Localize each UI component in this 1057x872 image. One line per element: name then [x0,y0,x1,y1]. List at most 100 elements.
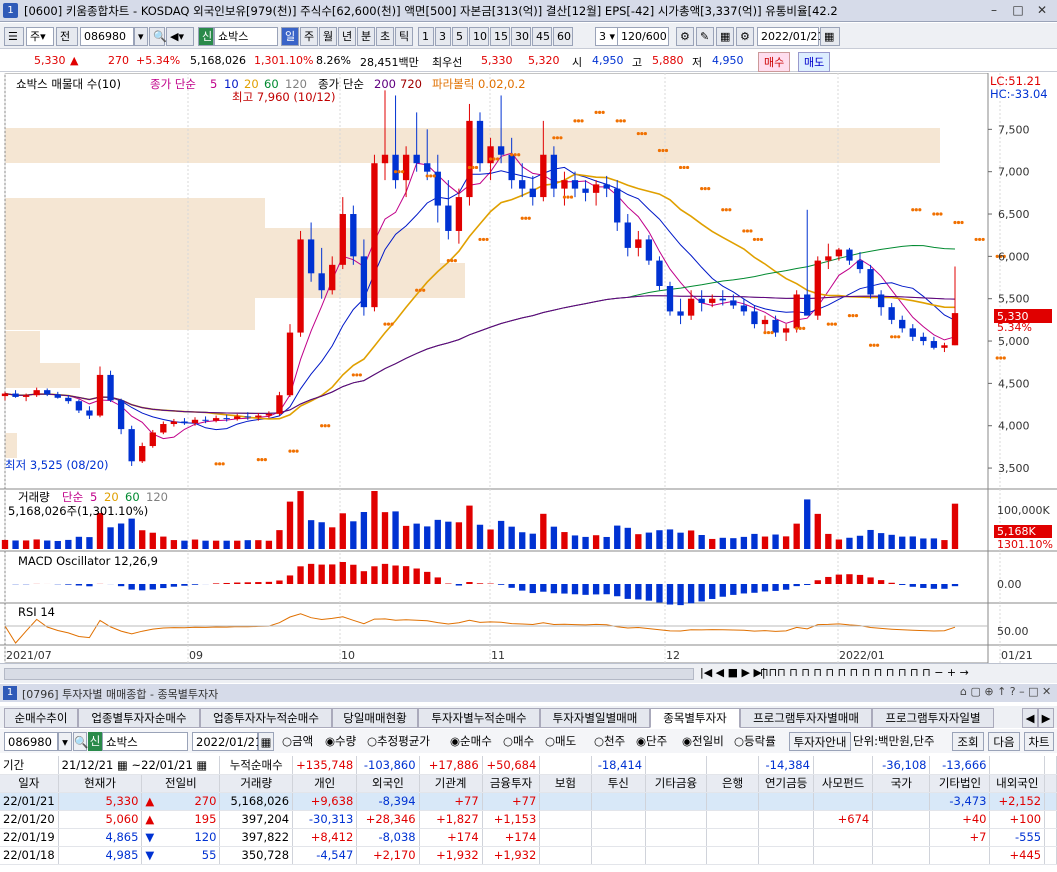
col-foreign[interactable]: 외국인 [356,774,420,793]
tab-program-investor[interactable]: 프로그램투자자별매매 [740,708,872,728]
period-minute[interactable]: 분 [357,27,375,46]
cell-value [645,846,707,865]
search-icon[interactable]: 🔍 [73,732,88,751]
period-second[interactable]: 초 [376,27,394,46]
prev-button[interactable]: 전 [56,27,78,46]
radio-avg[interactable]: ○추정평균가 [367,732,430,751]
period-month[interactable]: 월 [319,27,337,46]
sar-dot [981,237,985,242]
restore-button[interactable]: □ [1010,2,1026,19]
tab-investor-daily[interactable]: 투자자별일별매매 [540,708,650,728]
search-icon[interactable]: 🔍 [149,27,167,46]
stock-code-input[interactable]: 086980 [80,27,134,46]
num-3[interactable]: 3 [435,27,451,46]
stock-chart[interactable]: 7,500 7,000 6,500 6,000 5,500 5,000 4,500 4,000… [0,73,1057,663]
minimize-button[interactable]: – [986,2,1002,19]
chart-scrollbar[interactable]: |◀ ◀ ■ ▶ ▶| ⊓⊓⊓ ⊓ ⊓ ⊓ ⊓ ⊓ ⊓ ⊓ ⊓ ⊓ ⊓ ⊓ ⊓ … [0,663,1057,683]
tab-investor-cum[interactable]: 투자자별누적순매수 [418,708,540,728]
speaker-icon[interactable]: ◀▾ [166,27,194,46]
radio-rate[interactable]: ○등락률 [734,732,776,751]
col-insurance[interactable]: 보험 [539,774,592,793]
col-private[interactable]: 사모펀드 [813,774,874,793]
query-button[interactable]: 조회 [952,732,984,751]
first-icon[interactable]: |◀ ◀ ■ ▶ ▶| [700,666,766,679]
period-select[interactable]: 주▾ [26,27,54,46]
count-input[interactable]: 120/600 [617,27,669,46]
table-row[interactable]: 22/01/19 4,865 ▼ 120 397,822 +8,412 -8,038 +174… [0,828,1057,847]
calendar-icon[interactable]: ▦ [258,732,274,751]
col-other-fin[interactable]: 기타금융 [645,774,707,793]
period-year[interactable]: 년 [338,27,356,46]
sum-individual: +135,748 [292,756,358,775]
col-fin-invest[interactable]: 금융투자 [482,774,541,793]
col-domestic-foreign[interactable]: 내외국인 [989,774,1046,793]
num-30[interactable]: 30 [511,27,531,46]
table-row[interactable]: 22/01/21 5,330 ▲ 270 5,168,026 +9,638 -8,394 +7… [0,792,1057,811]
radio-net-buy[interactable]: ◉순매수 [450,732,492,751]
code-dropdown[interactable]: ▾ [58,732,72,751]
code-dropdown[interactable]: ▾ [134,27,148,46]
radio-unit[interactable]: ◉단주 [636,732,667,751]
date-input[interactable]: 2022/01/21 [192,732,262,751]
tab-today[interactable]: 당일매매현황 [332,708,418,728]
col-bank[interactable]: 은행 [706,774,760,793]
next-button[interactable]: 다음 [988,732,1020,751]
settings-icon[interactable]: ⚙ [736,27,754,46]
tab-program-daily[interactable]: 프로그램투자자일별 [872,708,994,728]
chart-button[interactable]: 차트 [1024,732,1054,751]
period-range[interactable]: 21/12/21 ▦ ~22/01/21 ▦ [58,756,221,775]
period-tick[interactable]: 틱 [395,27,413,46]
grid-icon[interactable]: ▦ [716,27,734,46]
radio-buy[interactable]: ○매수 [503,732,534,751]
col-volume[interactable]: 거래량 [219,774,294,793]
col-price[interactable]: 현재가 [58,774,143,793]
cell-value: +1,932 [482,846,541,865]
tools-icon[interactable]: ⚙ [676,27,694,46]
radio-qty[interactable]: ◉수량 [325,732,356,751]
radio-sell[interactable]: ○매도 [545,732,576,751]
scroll-track[interactable] [4,668,694,680]
col-state[interactable]: 국가 [872,774,931,793]
tab-scroll-right[interactable]: ▶ [1038,708,1054,728]
col-diff[interactable]: 전일비 [141,774,221,793]
tab-net-buy-trend[interactable]: 순매수추이 [4,708,78,728]
num-45[interactable]: 45 [532,27,552,46]
table-row[interactable]: 22/01/20 5,060 ▲ 195 397,204 -30,313 +28,346 +1… [0,810,1057,829]
tab-stock-investor[interactable]: 종목별투자자 [650,708,740,728]
zoom-icon[interactable]: ⊓⊓⊓ ⊓ ⊓ ⊓ ⊓ ⊓ ⊓ ⊓ ⊓ ⊓ ⊓ ⊓ ⊓ − + → [760,666,969,679]
tab-scroll-left[interactable]: ◀ [1022,708,1038,728]
sell-button[interactable]: 매도 [798,52,831,72]
col-date[interactable]: 일자 [0,774,59,793]
draw-icon[interactable]: ✎ [696,27,714,46]
period-day[interactable]: 일 [281,27,299,46]
radio-thousand[interactable]: ○천주 [594,732,625,751]
radio-prev-diff[interactable]: ◉전일비 [682,732,724,751]
num-5[interactable]: 5 [452,27,468,46]
col-other-corp[interactable]: 기타법인 [929,774,991,793]
y-tick-label: 6,500 [998,208,1030,221]
menu-icon[interactable]: ☰ [4,27,24,46]
num-60[interactable]: 60 [553,27,573,46]
code-input[interactable]: 086980 [4,732,58,751]
date-input[interactable]: 2022/01/21 [757,27,824,46]
period-week[interactable]: 주 [300,27,318,46]
investor-guide-button[interactable]: 투자자안내 [789,732,851,751]
tab-sector-cum[interactable]: 업종투자자누적순매수 [200,708,332,728]
buy-button[interactable]: 매수 [758,52,791,72]
num-1[interactable]: 1 [418,27,434,46]
col-institution[interactable]: 기관계 [419,774,483,793]
close-button[interactable]: ✕ [1034,2,1050,19]
num-10[interactable]: 10 [469,27,489,46]
best-label: 최우선 [432,56,463,69]
table-row[interactable]: 22/01/18 4,985 ▼ 55 350,728 -4,547 +2,170 +1,93… [0,846,1057,865]
calendar-icon[interactable]: ▦ [820,27,840,46]
sub-window-icons[interactable]: ⌂ ▢ ⊕ ↑ ? – □ ✕ [960,685,1051,698]
sar-dot [446,258,450,263]
tab-sector-investor[interactable]: 업종별투자자순매수 [78,708,200,728]
col-pension[interactable]: 연기금등 [758,774,814,793]
col-trust[interactable]: 투신 [591,774,647,793]
radio-amount[interactable]: ○금액 [282,732,313,751]
num-15[interactable]: 15 [490,27,510,46]
shin-badge: 신 [88,732,102,751]
col-individual[interactable]: 개인 [292,774,358,793]
